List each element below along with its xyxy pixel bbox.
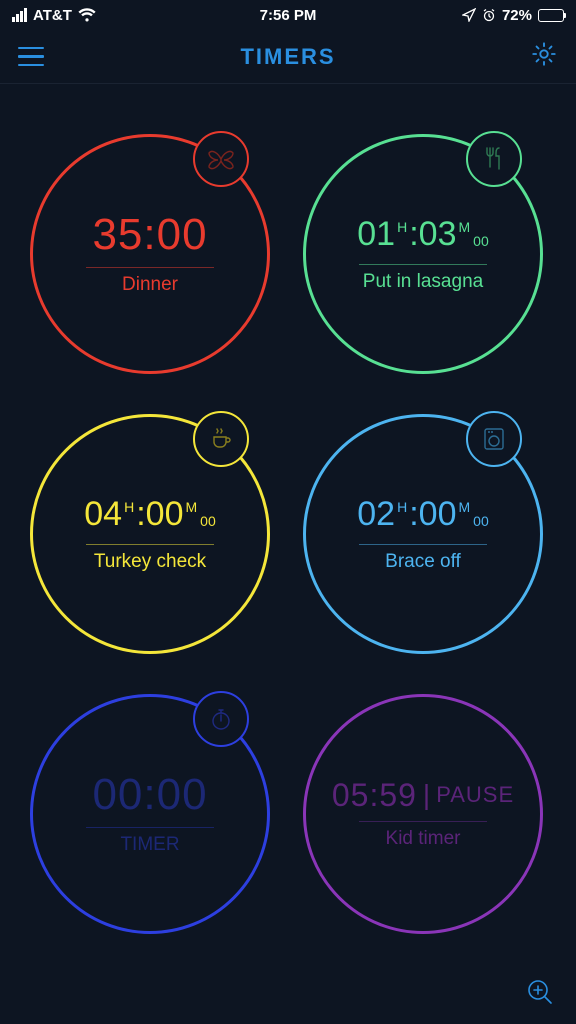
wifi-icon — [78, 8, 96, 22]
timer-time: 35:00 — [92, 213, 207, 257]
carrier-label: AT&T — [33, 7, 72, 24]
timer-label: Dinner — [122, 274, 178, 296]
timer-label: Brace off — [385, 551, 461, 573]
divider — [86, 267, 215, 268]
timer-lasagna[interactable]: 01H:03M00 Put in lasagna — [303, 134, 543, 374]
cup-icon — [207, 425, 235, 453]
location-arrow-icon — [462, 8, 476, 22]
status-right: 72% — [462, 7, 564, 24]
utensils-icon — [480, 145, 508, 173]
timer-label: TIMER — [120, 834, 179, 856]
timer-category-badge — [466, 411, 522, 467]
alarm-clock-icon — [482, 8, 496, 22]
menu-button[interactable] — [18, 47, 44, 67]
timer-turkey[interactable]: 04H:00M00 Turkey check — [30, 414, 270, 654]
timer-time: 04H:00M00 — [84, 495, 215, 534]
timer-dinner[interactable]: 35:00 Dinner — [30, 134, 270, 374]
timer-category-badge — [193, 131, 249, 187]
timer-time: 01H:03M00 — [357, 215, 488, 254]
timer-time: 05:59 — [332, 779, 417, 811]
status-time: 7:56 PM — [260, 7, 317, 24]
pause-separator: | — [423, 779, 430, 811]
pause-label: PAUSE — [436, 782, 514, 808]
status-left: AT&T — [12, 7, 96, 24]
timer-category-badge — [193, 411, 249, 467]
timer-label: Put in lasagna — [363, 271, 483, 293]
stopwatch-icon — [207, 705, 235, 733]
butterfly-icon — [206, 144, 236, 174]
battery-icon — [538, 9, 564, 22]
divider — [359, 264, 488, 265]
timer-category-badge — [193, 691, 249, 747]
timer-grid: 35:00 Dinner 01H:03M00 Put in lasagna 04… — [0, 84, 576, 954]
timer-time: 00:00 — [92, 773, 207, 817]
battery-percent: 72% — [502, 7, 532, 24]
settings-button[interactable] — [530, 40, 558, 73]
timer-time-row: 05:59 | PAUSE — [332, 779, 514, 811]
nav-bar: TIMERS — [0, 30, 576, 84]
zoom-in-icon — [525, 977, 555, 1007]
timer-category-badge — [466, 131, 522, 187]
zoom-button[interactable] — [522, 974, 558, 1010]
cellular-signal-icon — [12, 8, 27, 22]
washer-icon — [480, 425, 508, 453]
page-title: TIMERS — [240, 44, 335, 70]
divider — [86, 827, 215, 828]
timer-generic[interactable]: 00:00 TIMER — [30, 694, 270, 934]
timer-time: 02H:00M00 — [357, 495, 488, 534]
status-bar: AT&T 7:56 PM 72% — [0, 0, 576, 30]
timer-label: Turkey check — [94, 551, 206, 573]
timer-kid[interactable]: 05:59 | PAUSE Kid timer — [303, 694, 543, 934]
divider — [359, 821, 488, 822]
timer-label: Kid timer — [386, 828, 461, 850]
timer-brace[interactable]: 02H:00M00 Brace off — [303, 414, 543, 654]
gear-icon — [530, 40, 558, 68]
divider — [86, 544, 215, 545]
divider — [359, 544, 488, 545]
